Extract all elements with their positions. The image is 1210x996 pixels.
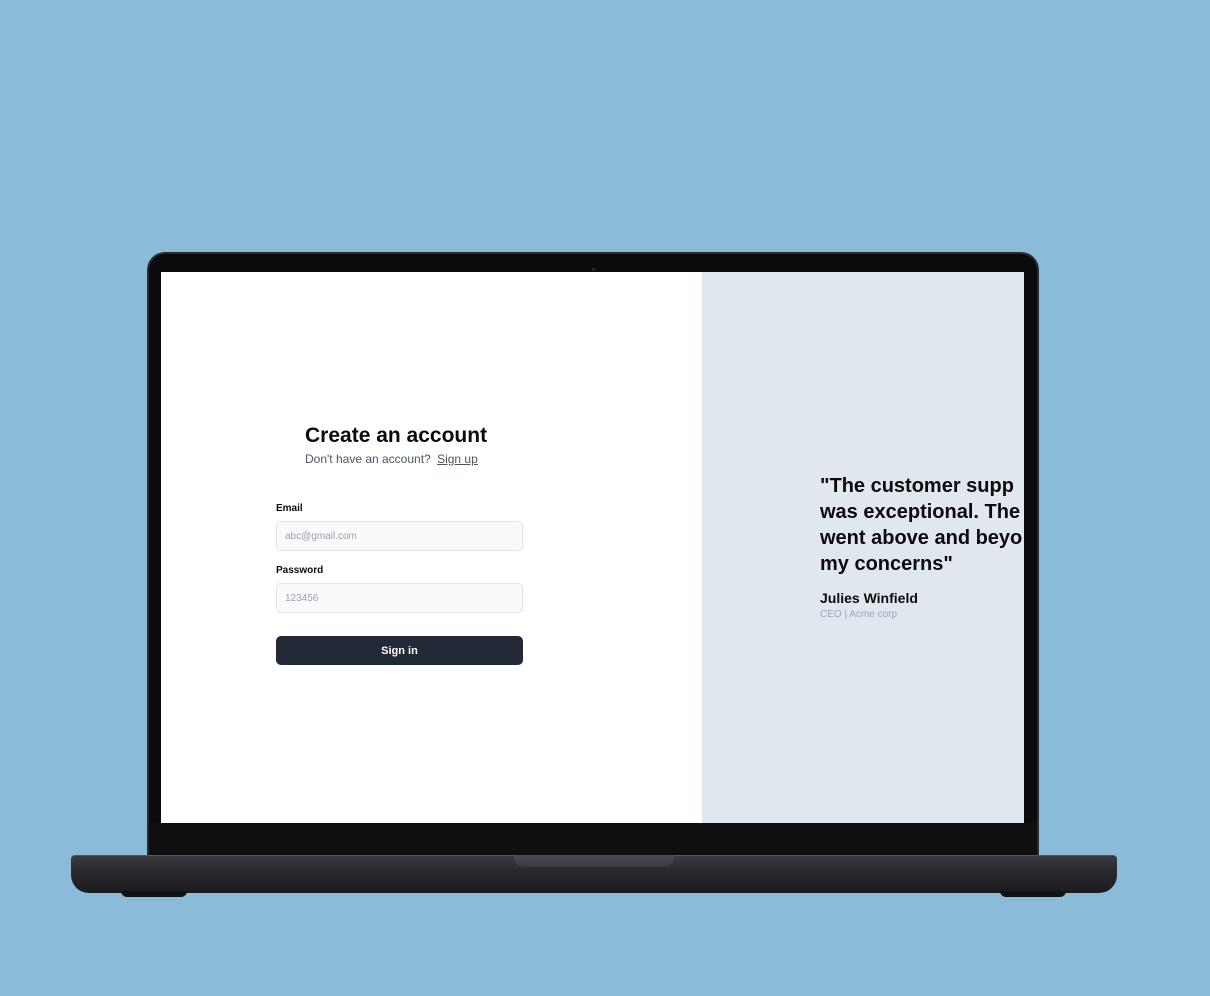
testimonial-quote: "The customer supp was exceptional. The … [820, 473, 1024, 577]
quote-line: "The customer supp [820, 475, 1014, 497]
camera-icon [592, 268, 595, 271]
laptop-foot-left [121, 891, 187, 897]
testimonial-panel: "The customer supp was exceptional. The … [702, 272, 1024, 823]
signup-panel: Create an account Don't have an account?… [161, 272, 702, 823]
password-label: Password [276, 565, 324, 576]
testimonial-role: CEO | Acme corp [820, 609, 898, 620]
quote-line: went above and beyo [820, 527, 1023, 549]
quote-line: was exceptional. The [820, 501, 1021, 523]
sign-in-button[interactable]: Sign in [276, 636, 523, 665]
email-label: Email [276, 503, 303, 514]
email-field[interactable] [276, 521, 523, 551]
quote-line: my concerns" [820, 553, 953, 575]
laptop-foot-right [1000, 891, 1066, 897]
page-title: Create an account [305, 424, 488, 447]
laptop-bezel [149, 823, 1037, 857]
testimonial-author: Julies Winfield [820, 590, 918, 606]
signup-prompt-text: Don't have an account? [305, 452, 431, 466]
sign-up-link[interactable]: Sign up [437, 452, 478, 466]
laptop-screen: Create an account Don't have an account?… [161, 272, 1024, 823]
password-field[interactable] [276, 583, 523, 613]
signup-prompt: Don't have an account? Sign up [305, 452, 478, 466]
laptop-notch [514, 855, 674, 867]
